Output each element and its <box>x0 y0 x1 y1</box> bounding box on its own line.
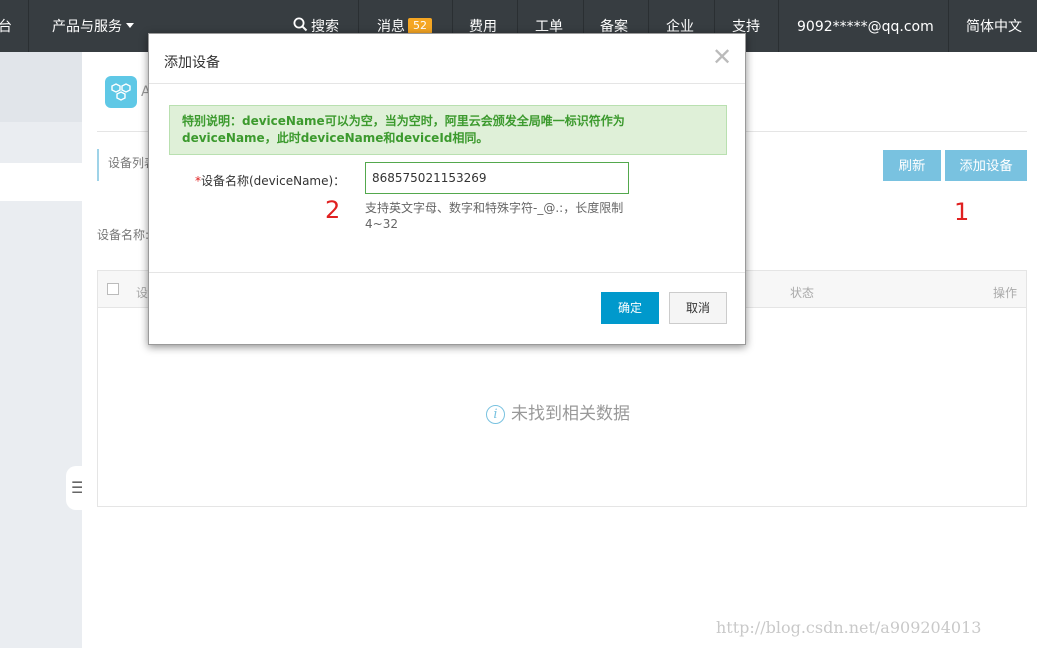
dialog-header-divider <box>149 83 745 84</box>
dialog-title: 添加设备 <box>164 55 220 71</box>
cancel-button[interactable]: 取消 <box>669 292 727 324</box>
add-device-button[interactable]: 添加设备 <box>945 150 1027 181</box>
select-all-checkbox[interactable] <box>107 283 119 295</box>
annotation-step-2: 2 <box>325 196 341 224</box>
iot-hub-logo-icon <box>105 76 137 108</box>
watermark: http://blog.csdn.net/a909204013 <box>716 618 982 637</box>
nav-products-menu[interactable]: 产品与服务 <box>52 0 134 52</box>
message-count-badge: 52 <box>408 18 432 34</box>
sidebar-header <box>0 52 82 122</box>
close-icon[interactable]: ✕ <box>712 45 732 69</box>
device-name-input[interactable] <box>365 162 629 194</box>
column-status: 状态 <box>790 286 815 300</box>
confirm-button[interactable]: 确定 <box>601 292 659 324</box>
chevron-down-icon <box>126 23 134 28</box>
nav-divider <box>28 0 29 52</box>
nav-home-fragment[interactable]: 台 <box>0 0 12 52</box>
notice-banner: 特别说明：deviceName可以为空，当为空时，阿里云会颁发全局唯一标识符作为… <box>169 105 727 155</box>
sidebar-item-active[interactable] <box>0 163 82 201</box>
empty-state-text: 未找到相关数据 <box>511 404 630 424</box>
dialog-footer-divider <box>149 272 745 273</box>
nav-account[interactable]: 9092*****@qq.com <box>797 0 934 52</box>
nav-language[interactable]: 简体中文 <box>966 0 1022 52</box>
column-device: 设 <box>136 286 149 300</box>
column-actions: 操作 <box>993 286 1018 300</box>
sidebar <box>0 52 82 648</box>
device-name-hint: 支持英文字母、数字和特殊字符-_@.:，长度限制4~32 <box>365 201 624 231</box>
info-icon: i <box>486 405 505 424</box>
device-name-filter-label: 设备名称: <box>97 228 150 242</box>
refresh-button[interactable]: 刷新 <box>883 150 941 181</box>
add-device-dialog: 添加设备 ✕ 特别说明：deviceName可以为空，当为空时，阿里云会颁发全局… <box>148 33 746 345</box>
annotation-step-1: 1 <box>954 198 970 226</box>
device-name-label-text: 设备名称(deviceName)： <box>201 174 346 188</box>
empty-state: i 未找到相关数据 <box>486 399 630 424</box>
device-name-label: *设备名称(deviceName)： <box>195 172 345 189</box>
search-icon <box>293 17 308 32</box>
nav-divider <box>778 0 779 52</box>
nav-divider <box>948 0 949 52</box>
nav-products-label: 产品与服务 <box>52 19 122 35</box>
